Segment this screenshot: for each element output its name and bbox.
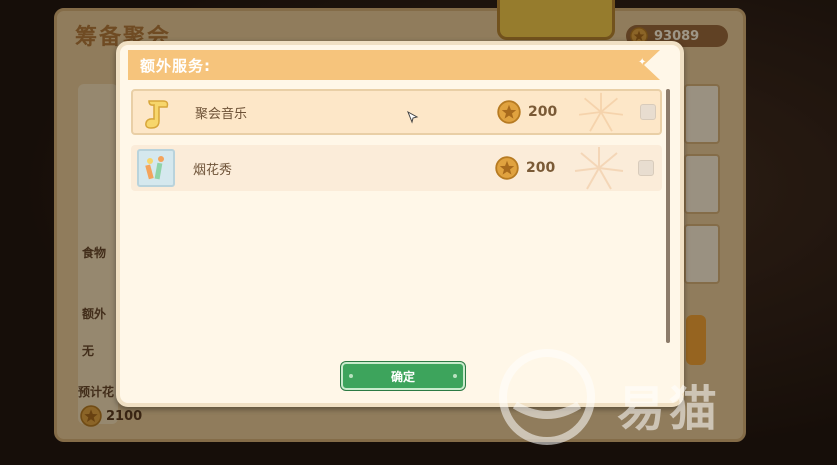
- coin-icon: [497, 100, 521, 124]
- service-checkbox[interactable]: [640, 104, 656, 120]
- service-checkbox[interactable]: [638, 160, 654, 176]
- service-label: 烟花秀: [193, 162, 233, 178]
- service-item-music[interactable]: 聚会音乐 200: [131, 89, 662, 135]
- service-label: 聚会音乐: [195, 106, 248, 122]
- mouse-cursor-icon: [407, 110, 419, 124]
- service-price-value: 200: [528, 104, 558, 120]
- dialog-header: 额外服务:: [128, 50, 660, 80]
- music-note-icon: [139, 95, 177, 133]
- fireworks-icon: [137, 149, 175, 187]
- service-price: 200: [497, 100, 557, 124]
- coin-icon: [495, 156, 519, 180]
- list-scrollbar[interactable]: [666, 89, 670, 343]
- service-item-fireworks[interactable]: 烟花秀 200: [131, 145, 662, 191]
- sparkle-icon: ✦: [638, 57, 647, 68]
- confirm-button[interactable]: 确定: [341, 362, 465, 390]
- service-price-value: 200: [526, 160, 556, 176]
- confirm-label: 确定: [390, 369, 415, 384]
- service-price: 200: [495, 156, 555, 180]
- dialog-title: 额外服务:: [140, 56, 211, 75]
- button-dot: [349, 374, 353, 378]
- scrollbar-thumb[interactable]: [666, 89, 670, 343]
- firework-decoration: [578, 92, 624, 132]
- button-dot: [453, 374, 457, 378]
- extra-services-dialog: 额外服务: ✦ 聚会音乐 200 烟花秀 200 确定: [116, 41, 684, 407]
- firework-decoration: [574, 147, 624, 190]
